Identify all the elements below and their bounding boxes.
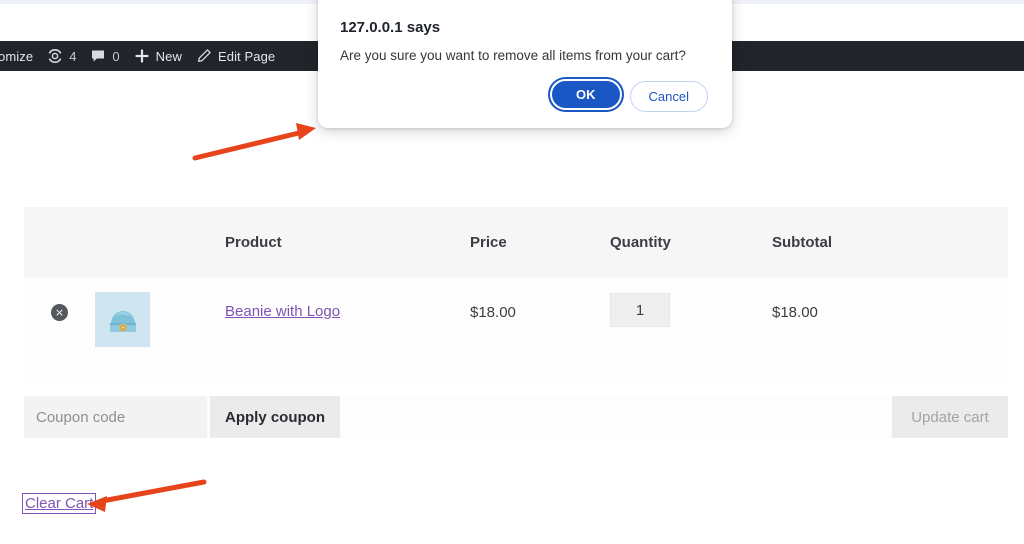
quantity-input[interactable]: 1	[610, 293, 670, 327]
product-link[interactable]: Beanie with Logo	[225, 303, 340, 320]
pencil-icon	[196, 48, 212, 64]
admin-bar-item-edit-page[interactable]: Edit Page	[189, 41, 282, 71]
header-subtotal: Subtotal	[772, 234, 832, 251]
admin-bar-item-new[interactable]: New	[127, 41, 189, 71]
admin-bar-item-updates[interactable]: 4	[40, 41, 83, 71]
admin-bar-new-label: New	[155, 48, 182, 64]
javascript-alert-dialog: 127.0.0.1 says Are you sure you want to …	[318, 0, 732, 128]
table-row: × Beanie with Logo $18.00 1 $18.00	[24, 278, 1008, 378]
admin-bar-item-customize[interactable]: omize	[0, 41, 40, 71]
header-quantity: Quantity	[610, 234, 671, 251]
cell-thumbnail	[95, 278, 225, 347]
cell-product-name: Beanie with Logo	[225, 278, 470, 321]
update-cart-button[interactable]: Update cart	[892, 396, 1008, 438]
admin-bar-comments-count: 0	[112, 48, 120, 64]
comment-icon	[90, 48, 106, 64]
cell-remove: ×	[24, 278, 95, 321]
admin-bar-item-comments[interactable]: 0	[83, 41, 126, 71]
beanie-icon	[109, 310, 136, 332]
arrow-to-clear-cart	[87, 479, 207, 512]
price-value: $18.00	[470, 304, 516, 321]
dialog-title: 127.0.0.1 says	[340, 19, 441, 36]
dialog-button-row: OK Cancel	[340, 81, 710, 112]
admin-bar-edit-page-label: Edit Page	[217, 48, 276, 64]
header-price: Price	[470, 234, 507, 251]
admin-bar-updates-count: 4	[69, 48, 77, 64]
header-product: Product	[225, 234, 282, 251]
cart-table-header-row: Product Price Quantity Subtotal	[24, 207, 1008, 278]
clear-cart-link[interactable]: Clear Cart	[22, 493, 97, 514]
admin-bar-customize-label: omize	[0, 48, 34, 64]
product-thumbnail[interactable]	[95, 292, 150, 347]
cart-table: Product Price Quantity Subtotal × Beanie…	[24, 207, 1008, 378]
apply-coupon-button[interactable]: Apply coupon	[210, 396, 340, 438]
arrow-to-dialog	[192, 123, 316, 161]
cell-price: $18.00	[470, 278, 610, 321]
coupon-code-input[interactable]	[24, 396, 207, 438]
cell-subtotal: $18.00	[772, 278, 1008, 321]
cart-actions-row: Apply coupon Update cart	[24, 396, 1008, 438]
plus-icon	[134, 48, 150, 64]
dialog-message: Are you sure you want to remove all item…	[340, 48, 686, 63]
cell-quantity: 1	[610, 278, 772, 327]
subtotal-value: $18.00	[772, 304, 818, 321]
dialog-cancel-button[interactable]: Cancel	[629, 81, 708, 112]
remove-item-button[interactable]: ×	[51, 304, 68, 321]
dialog-ok-button[interactable]: OK	[552, 81, 620, 108]
update-icon	[47, 48, 63, 64]
